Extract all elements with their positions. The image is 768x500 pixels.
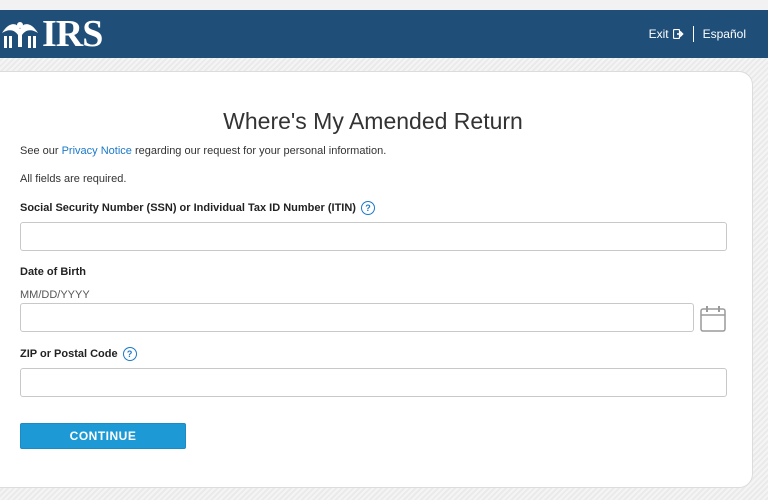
exit-label: Exit [648,27,669,41]
site-header: IRS Exit Español [0,10,768,58]
irs-logo[interactable]: IRS [0,13,103,55]
page-title: Where's My Amended Return [223,108,523,134]
required-note: All fields are required. [20,173,127,185]
dob-input[interactable] [20,303,694,332]
browser-top-strip [0,0,768,10]
dob-label: Date of Birth [20,266,86,278]
eagle-emblem-icon [2,22,38,48]
privacy-statement: See our Privacy Notice regarding our req… [20,145,386,157]
zip-input[interactable] [20,368,727,397]
calendar-icon[interactable] [700,305,726,337]
zip-label: ZIP or Postal Code ? [20,347,137,361]
zip-label-text: ZIP or Postal Code [20,348,118,360]
exit-arrow-icon [672,29,684,39]
logo-text: IRS [42,13,103,55]
language-toggle-link[interactable]: Español [703,27,746,41]
ssn-input[interactable] [20,222,727,251]
privacy-suffix: regarding our request for your personal … [131,145,387,157]
ssn-label-text: Social Security Number (SSN) or Individu… [20,202,356,214]
privacy-prefix: See our [20,145,62,157]
zip-help-icon[interactable]: ? [122,347,137,361]
privacy-notice-link[interactable]: Privacy Notice [62,145,132,157]
exit-link[interactable]: Exit [649,27,684,41]
dob-format-hint: MM/DD/YYYY [20,289,90,301]
header-divider [692,26,694,42]
ssn-label: Social Security Number (SSN) or Individu… [20,201,375,215]
header-nav: Exit Español [649,10,746,58]
continue-button[interactable]: CONTINUE [20,423,186,449]
ssn-help-icon[interactable]: ? [360,201,375,215]
